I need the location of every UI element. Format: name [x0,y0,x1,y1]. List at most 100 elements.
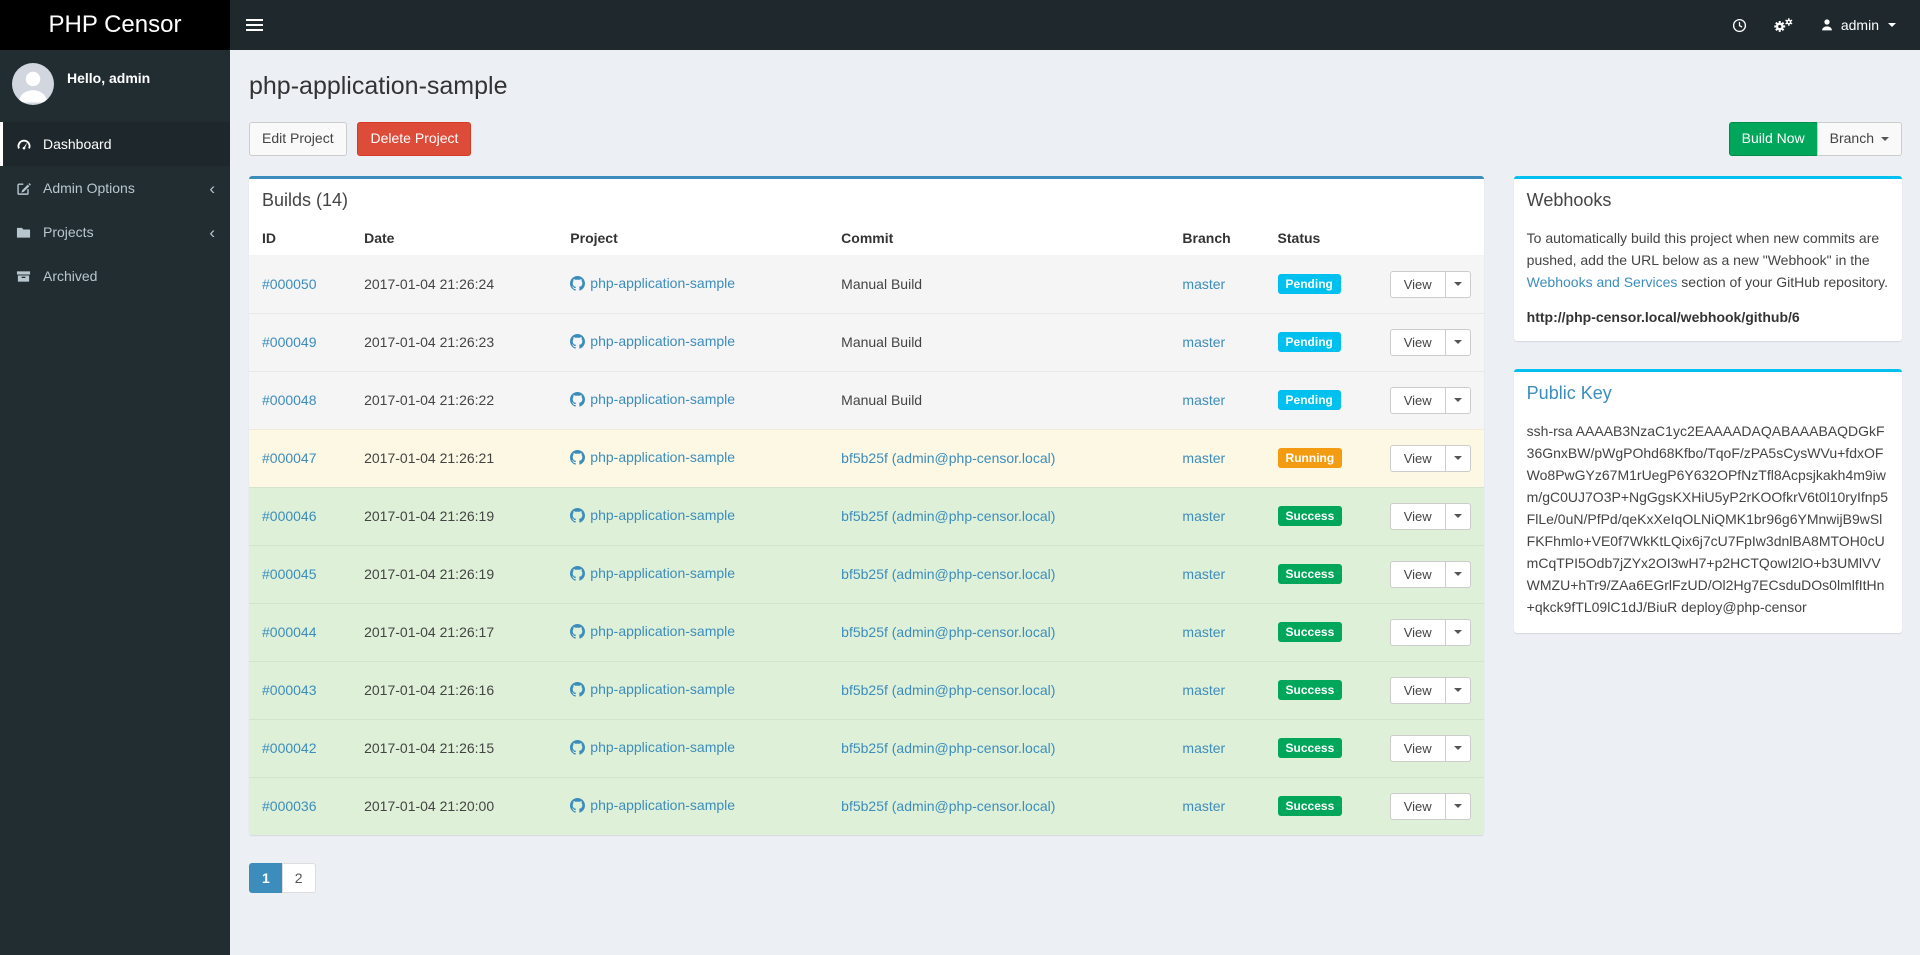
commit-link[interactable]: bf5b25f (admin@php-censor.local) [841,566,1055,582]
view-dropdown-button[interactable] [1444,270,1471,298]
build-row: #000044 2017-01-04 21:26:17 php-applicatio… [249,602,1484,662]
view-dropdown-button[interactable] [1444,734,1471,762]
view-dropdown-button[interactable] [1444,386,1471,414]
view-dropdown-button[interactable] [1444,676,1471,704]
build-now-button[interactable]: Build Now [1728,122,1818,156]
view-button[interactable]: View [1389,328,1446,356]
branch-link[interactable]: master [1182,682,1225,698]
view-button[interactable]: View [1389,560,1446,588]
sidebar-toggle-button[interactable] [230,0,278,50]
commit-link[interactable]: bf5b25f (admin@php-censor.local) [841,508,1055,524]
user-menu[interactable]: admin [1806,0,1910,50]
view-button-group: View [1389,328,1471,356]
branch-link[interactable]: master [1182,334,1225,350]
project-link[interactable]: php-application-sample [590,797,735,813]
view-button[interactable]: View [1389,502,1446,530]
branch-link[interactable]: master [1182,450,1225,466]
view-button[interactable]: View [1389,676,1446,704]
view-button-group: View [1389,270,1471,298]
project-actions-left: Edit Project Delete Project [249,122,472,156]
view-dropdown-button[interactable] [1444,502,1471,530]
project-link[interactable]: php-application-sample [590,333,735,349]
build-id-link[interactable]: #000044 [262,624,317,640]
chevron-down-icon [1453,456,1462,461]
build-id-link[interactable]: #000047 [262,450,317,466]
branch-link[interactable]: master [1182,798,1225,814]
settings-button[interactable] [1760,0,1806,50]
builds-column: Builds (14) ID Date Project Commit Branch Sta… [249,175,1484,893]
pagination-link[interactable]: 1 [249,862,283,893]
view-button[interactable]: View [1389,270,1446,298]
view-dropdown-button[interactable] [1444,560,1471,588]
sidebar-item-dashboard[interactable]: Dashboard [0,122,230,166]
commit-link[interactable]: bf5b25f (admin@php-censor.local) [841,740,1055,756]
build-id-link[interactable]: #000049 [262,334,317,350]
build-date: 2017-01-04 21:26:17 [356,602,563,662]
delete-project-button[interactable]: Delete Project [357,122,472,156]
view-dropdown-button[interactable] [1444,618,1471,646]
brand-logo[interactable]: PHP Censor [0,0,230,50]
webhooks-services-link[interactable]: Webhooks and Services [1527,274,1678,290]
branch-link[interactable]: master [1182,508,1225,524]
pagination-link[interactable]: 2 [281,862,316,893]
sidebar-menu: Dashboard Admin Options ‹ Projects ‹ Archived [0,122,230,298]
build-row: #000050 2017-01-04 21:26:24 php-applicatio… [249,254,1484,314]
branch-link[interactable]: master [1182,392,1225,408]
sidebar-item-archived[interactable]: Archived [0,254,230,298]
project-link[interactable]: php-application-sample [590,681,735,697]
user-icon [1821,19,1832,31]
commit-link[interactable]: bf5b25f (admin@php-censor.local) [841,450,1055,466]
project-link[interactable]: php-application-sample [590,275,735,291]
sidebar-item-admin-options[interactable]: Admin Options ‹ [0,166,230,210]
branch-dropdown-button[interactable]: Branch [1816,122,1902,156]
project-link[interactable]: php-application-sample [590,623,735,639]
public-key-title[interactable]: Public Key [1527,383,1889,404]
view-dropdown-button[interactable] [1444,792,1471,820]
sidebar-item-label: Projects [43,224,94,240]
commit-link[interactable]: bf5b25f (admin@php-censor.local) [841,624,1055,640]
pagination-item: 2 [281,862,316,893]
sidebar-item-projects[interactable]: Projects ‹ [0,210,230,254]
commit-link[interactable]: bf5b25f (admin@php-censor.local) [841,682,1055,698]
github-icon [570,275,586,294]
view-button[interactable]: View [1389,792,1446,820]
build-id-link[interactable]: #000048 [262,392,317,408]
webhooks-title: Webhooks [1526,189,1612,210]
commit-link[interactable]: bf5b25f (admin@php-censor.local) [841,798,1055,814]
column-header: Branch [1174,220,1270,256]
navbar-right: admin [1719,0,1910,50]
folder-icon [15,224,32,240]
branch-link[interactable]: master [1182,566,1225,582]
sidebar: PHP Censor Hello, admin Dashboard Admin O… [0,0,230,955]
build-id-link[interactable]: #000050 [262,276,317,292]
project-link[interactable]: php-application-sample [590,565,735,581]
build-id-link[interactable]: #000042 [262,740,317,756]
build-row: #000049 2017-01-04 21:26:23 php-applicatio… [249,312,1484,372]
view-button[interactable]: View [1389,734,1446,762]
public-key-box: Public Key ssh-rsa AAAAB3NzaC1yc2EAAAADA… [1513,368,1902,633]
archive-icon [15,268,32,284]
branch-link[interactable]: master [1182,740,1225,756]
edit-project-button[interactable]: Edit Project [249,122,347,156]
view-button[interactable]: View [1389,444,1446,472]
view-button[interactable]: View [1389,386,1446,414]
project-link[interactable]: php-application-sample [590,391,735,407]
view-dropdown-button[interactable] [1444,444,1471,472]
column-header [1381,220,1484,256]
project-link[interactable]: php-application-sample [590,449,735,465]
view-button[interactable]: View [1389,618,1446,646]
build-id-link[interactable]: #000045 [262,566,317,582]
github-icon [570,739,586,758]
timeline-button[interactable] [1719,0,1760,50]
build-id-link[interactable]: #000036 [262,798,317,814]
build-id-link[interactable]: #000043 [262,682,317,698]
branch-link[interactable]: master [1182,276,1225,292]
chevron-down-icon [1453,572,1462,577]
build-row: #000045 2017-01-04 21:26:19 php-applicatio… [249,544,1484,604]
project-link[interactable]: php-application-sample [590,507,735,523]
build-id-link[interactable]: #000046 [262,508,317,524]
view-dropdown-button[interactable] [1444,328,1471,356]
project-link[interactable]: php-application-sample [590,739,735,755]
public-key-value: ssh-rsa AAAAB3NzaC1yc2EAAAADAQABAAABAQDG… [1526,422,1889,615]
branch-link[interactable]: master [1182,624,1225,640]
